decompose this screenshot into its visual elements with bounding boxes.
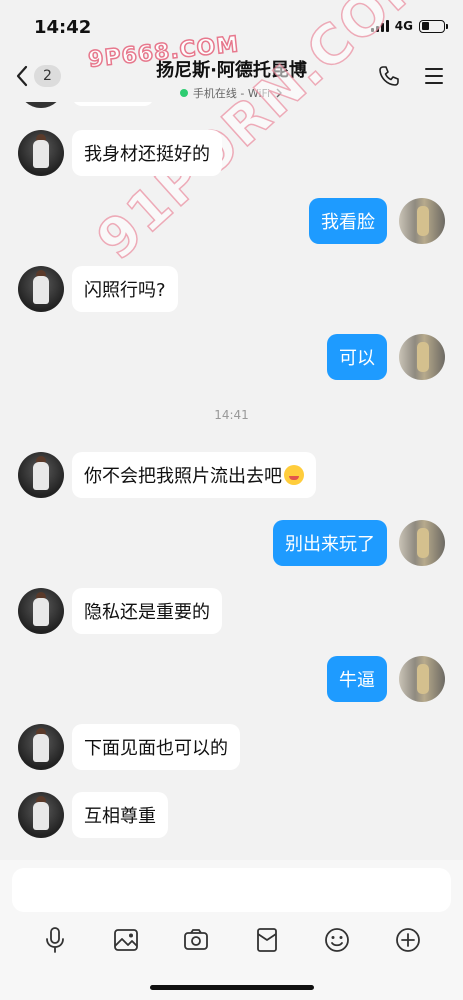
message-row: 我身材还挺好的 [0, 130, 463, 176]
message-bubble[interactable]: 互相尊重 [72, 792, 168, 838]
message-bubble[interactable]: 闪照行吗? [72, 266, 178, 312]
message-row: 别出来玩了 [0, 520, 463, 566]
message-text: 你不会把我照片流出去吧 [84, 466, 282, 487]
header-actions [377, 64, 445, 88]
message-bubble[interactable]: 下面见面也可以的 [72, 724, 240, 770]
message-bubble[interactable]: 可以 [327, 334, 387, 380]
photo-button[interactable] [111, 925, 141, 955]
avatar[interactable] [399, 520, 445, 566]
message-input[interactable] [12, 868, 451, 912]
message-row: 隐私还是重要的 [0, 588, 463, 634]
emoji-icon [325, 928, 350, 952]
message-bubble-partial [72, 102, 154, 106]
image-icon [113, 929, 138, 951]
message-bubble[interactable]: 别出来玩了 [273, 520, 387, 566]
message-row: 互相尊重 [0, 792, 463, 838]
message-bubble[interactable]: 我身材还挺好的 [72, 130, 222, 176]
message-bubble[interactable]: 我看脸 [309, 198, 387, 244]
battery-level [421, 22, 429, 30]
message-bubble[interactable]: 牛逼 [327, 656, 387, 702]
message-row: 下面见面也可以的 [0, 724, 463, 770]
avatar[interactable] [18, 588, 64, 634]
avatar [18, 102, 64, 108]
message-list[interactable]: 我身材还挺好的 我看脸 闪照行吗? 可以 14:41 你不会把我照片流出去吧 别… [0, 102, 463, 860]
plus-icon [395, 928, 420, 952]
message-row: 可以 [0, 334, 463, 380]
red-packet-icon [256, 928, 277, 952]
red-packet-button[interactable] [252, 925, 282, 955]
chat-screen: 14:42 4G 2 扬尼斯·阿德托昆博 手机在线 - WiFi 9P668.C… [0, 0, 463, 1000]
tongue-out-emoji-icon [284, 465, 304, 485]
message-row: 你不会把我照片流出去吧 [0, 452, 463, 498]
battery-icon [419, 19, 448, 33]
more-button[interactable] [393, 925, 423, 955]
phone-icon[interactable] [377, 64, 401, 88]
emoji-button[interactable] [322, 925, 352, 955]
timestamp-separator: 14:41 [214, 408, 249, 422]
message-bubble[interactable]: 隐私还是重要的 [72, 588, 222, 634]
menu-icon[interactable] [423, 65, 445, 87]
message-bubble[interactable]: 你不会把我照片流出去吧 [72, 452, 316, 498]
input-toolbar [0, 922, 463, 958]
status-time: 14:42 [34, 17, 92, 38]
avatar[interactable] [399, 334, 445, 380]
online-dot-icon [179, 89, 188, 97]
camera-icon [184, 929, 209, 950]
message-row: 牛逼 [0, 656, 463, 702]
message-row: 闪照行吗? [0, 266, 463, 312]
avatar[interactable] [18, 266, 64, 312]
home-indicator[interactable] [150, 985, 314, 990]
input-area [0, 860, 463, 1000]
avatar[interactable] [18, 130, 64, 176]
avatar[interactable] [399, 198, 445, 244]
microphone-icon [46, 927, 65, 953]
avatar[interactable] [18, 452, 64, 498]
message-row: 我看脸 [0, 198, 463, 244]
avatar[interactable] [18, 792, 64, 838]
voice-button[interactable] [40, 925, 70, 955]
camera-button[interactable] [181, 925, 211, 955]
avatar[interactable] [399, 656, 445, 702]
avatar[interactable] [18, 724, 64, 770]
